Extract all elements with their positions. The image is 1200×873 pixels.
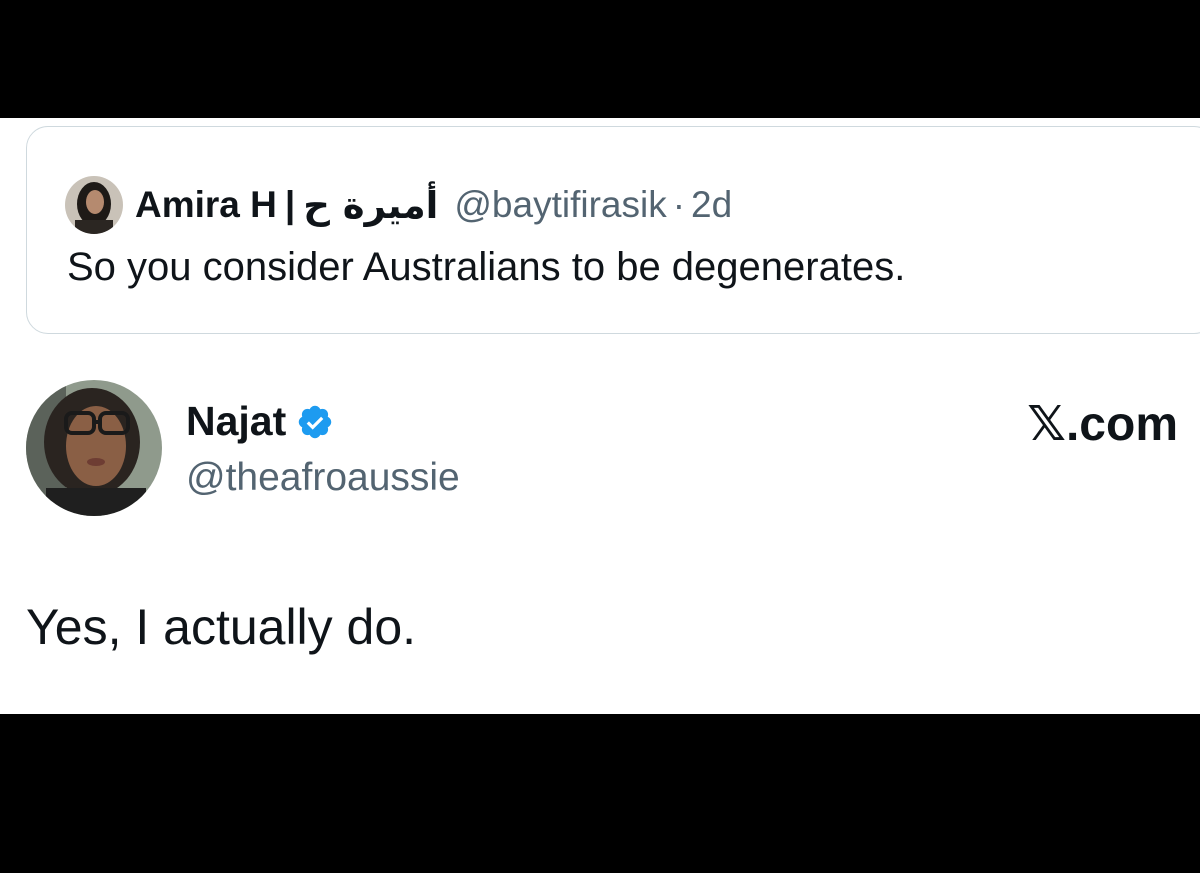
author-avatar[interactable] [26,380,162,516]
quoted-author-name[interactable]: Amira H [135,184,277,226]
author-handle[interactable]: @theafroaussie [186,456,460,500]
author-name-row: Najat [186,398,334,445]
author-name[interactable]: Najat [186,398,286,445]
tweet-text: Yes, I actually do. [26,599,417,655]
tweet-panel: Amira H | أميرة ح @baytifirasik · 2d So … [0,118,1200,714]
x-com-logo: 𝕏.com [1027,398,1178,451]
quoted-tweet-card[interactable]: Amira H | أميرة ح @baytifirasik · 2d So … [26,126,1200,334]
quoted-author-avatar[interactable] [65,176,123,234]
quoted-author-handle[interactable]: @baytifirasik [454,184,666,226]
quoted-author-name-arabic[interactable]: أميرة ح [303,184,438,227]
quoted-tweet-text: So you consider Australians to be degene… [67,245,906,289]
dot-separator: · [672,184,686,225]
quoted-tweet-header: Amira H | أميرة ح @baytifirasik · 2d [65,175,732,235]
name-separator: | [284,184,296,225]
verified-badge-icon [299,405,332,438]
quoted-tweet-timestamp[interactable]: 2d [691,184,732,226]
